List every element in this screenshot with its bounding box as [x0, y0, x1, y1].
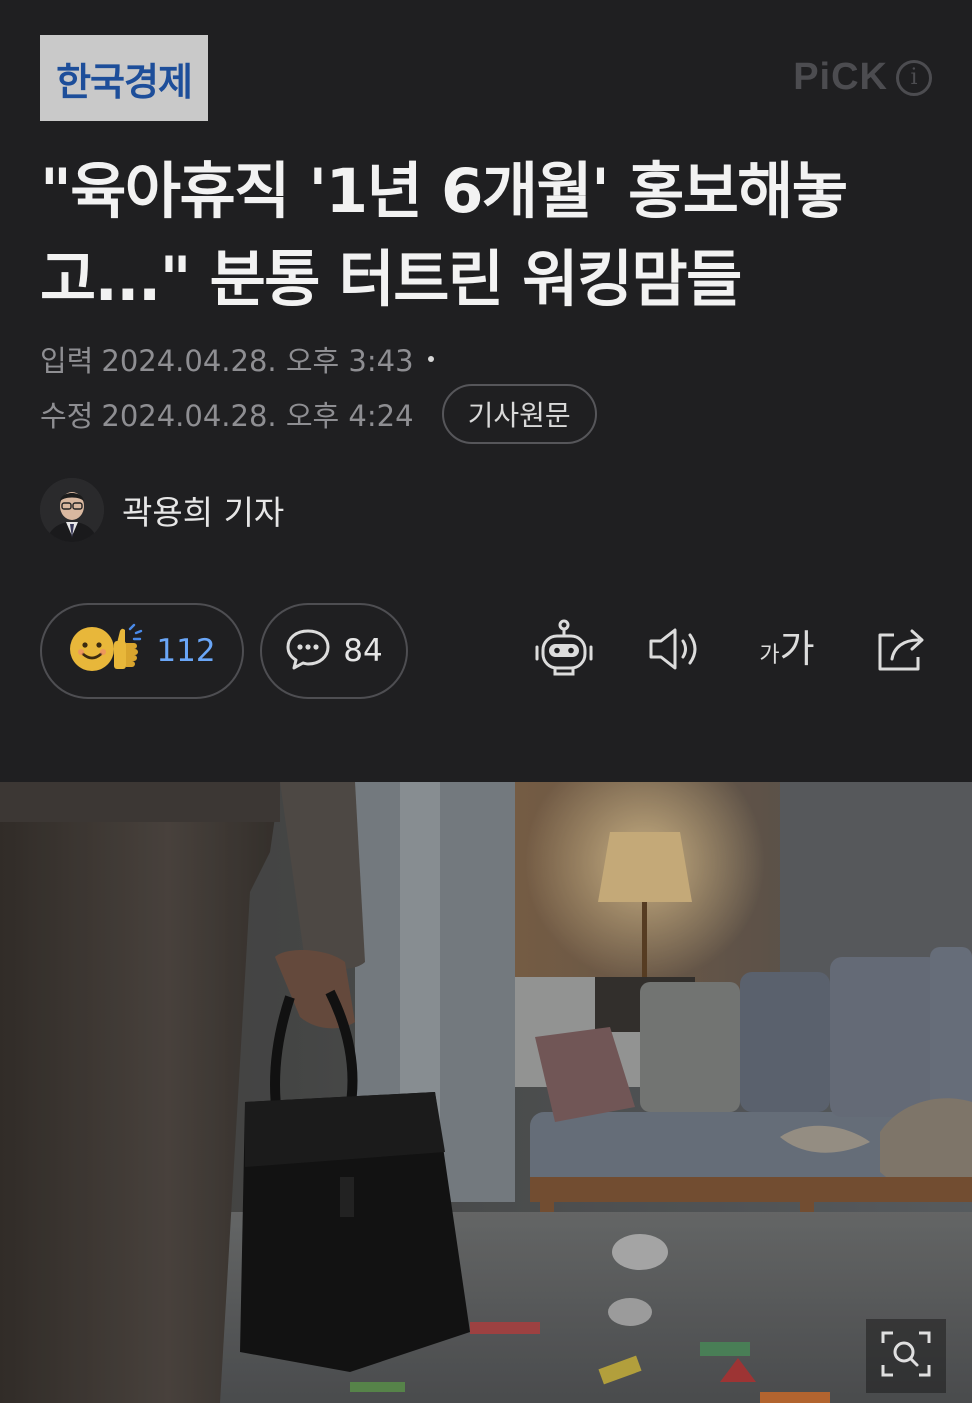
comment-count: 84 [343, 633, 383, 669]
robot-summary-icon [533, 619, 595, 683]
avatar [40, 478, 104, 542]
font-size-button[interactable]: 가 가 [752, 618, 822, 684]
press-logo[interactable]: 한국경제 [40, 35, 208, 121]
headline: "육아휴직 '1년 6개월' 홍보해놓고..." 분통 터트린 워킹맘들 [40, 156, 848, 315]
summary-button[interactable] [531, 618, 597, 684]
comment-bubble-icon [285, 627, 331, 675]
modified-value: 2024.04.28. 오후 4:24 [101, 399, 414, 433]
published-label: 입력 [40, 344, 94, 378]
pick-badge[interactable]: PiCK i [793, 56, 932, 99]
reaction-button[interactable]: 112 [40, 603, 244, 699]
listen-button[interactable] [642, 618, 708, 684]
reaction-emoji-icon [68, 623, 144, 679]
zoom-icon [879, 1329, 933, 1383]
reaction-count: 112 [156, 633, 216, 669]
speaker-icon [647, 626, 703, 676]
font-size-large-glyph: 가 [779, 627, 815, 671]
article-photo[interactable] [0, 782, 972, 1403]
modified-label: 수정 [40, 399, 94, 433]
modified-row: 수정 2024.04.28. 오후 4:24 기사원문 [40, 384, 597, 444]
separator-dot [427, 356, 434, 362]
published-row: 입력 2024.04.28. 오후 3:43 [40, 338, 434, 380]
zoom-button[interactable] [866, 1319, 946, 1393]
share-button[interactable] [868, 618, 934, 684]
reporter-name: 곽용희 기자 [122, 493, 285, 532]
published-value: 2024.04.28. 오후 3:43 [101, 344, 414, 378]
reporter[interactable]: 곽용희 기자 [40, 478, 284, 542]
comment-button[interactable]: 84 [260, 603, 408, 699]
press-logo-text: 한국경제 [56, 58, 193, 104]
share-icon [874, 625, 928, 677]
reporter-photo [40, 478, 104, 542]
photo-illustration [0, 782, 972, 1403]
info-icon[interactable]: i [896, 59, 932, 96]
pick-label: PiCK [793, 56, 888, 98]
article-page: 한국경제 PiCK i "육아휴직 '1년 6개월' 홍보해놓고..." 분통 … [0, 0, 972, 1403]
original-article-button[interactable]: 기사원문 [441, 384, 597, 444]
font-size-small-glyph: 가 [759, 643, 780, 668]
